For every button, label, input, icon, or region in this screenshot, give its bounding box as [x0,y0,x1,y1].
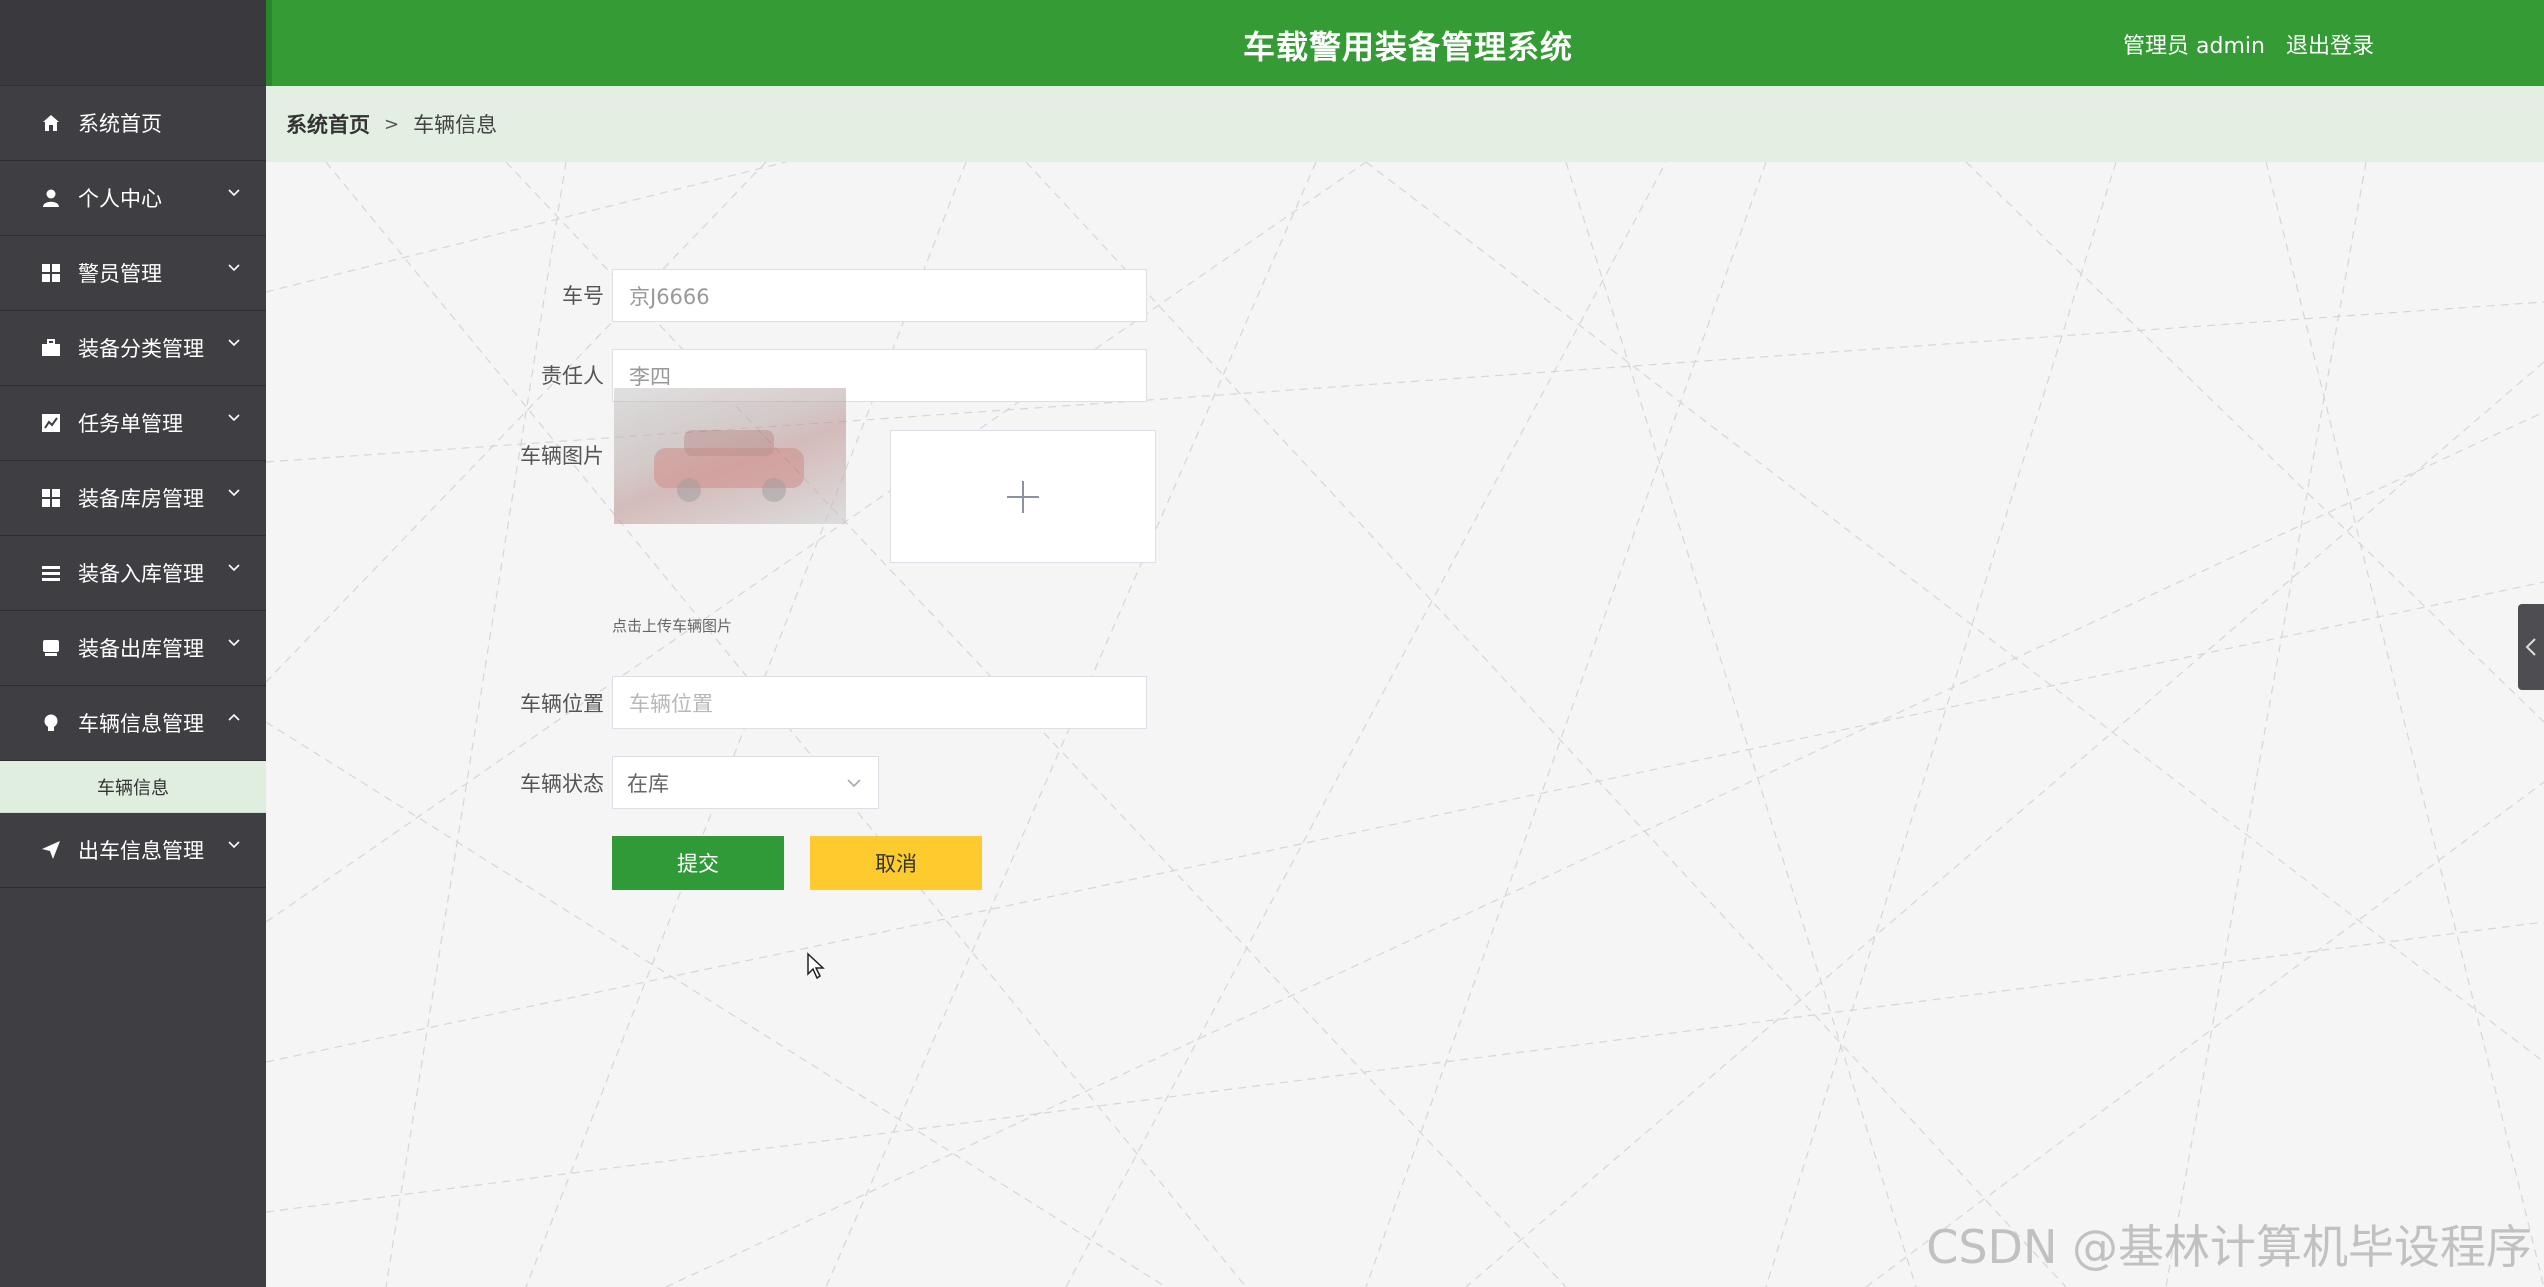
sidebar-item-dispatch-info[interactable]: 出车信息管理 [0,813,266,888]
chevron-down-icon [228,841,240,849]
breadcrumb-home[interactable]: 系统首页 [286,109,370,139]
plus-icon [1007,480,1039,513]
header-user-area: 管理员 admin 退出登录 [2109,28,2374,60]
sidebar-item-label: 装备入库管理 [78,562,204,586]
upload-image-button[interactable] [890,430,1156,563]
user-icon [40,187,62,209]
submit-button[interactable]: 提交 [612,836,784,890]
sidebar-item-label: 任务单管理 [78,412,183,436]
grid-icon [40,487,62,509]
sidebar-logo-area [0,0,266,86]
sidebar-item-equipment-warehouse[interactable]: 装备库房管理 [0,461,266,536]
user-label: 管理员 admin [2123,34,2265,59]
mouse-cursor-icon [807,952,825,980]
sidebar-item-label: 车辆信息管理 [78,712,204,736]
collapse-handle[interactable] [2518,604,2544,690]
chevron-down-icon [847,779,861,788]
briefcase-icon [40,337,62,359]
list-icon [40,562,62,584]
chevron-down-icon [228,564,240,572]
vehicle-status-select[interactable]: 在库 [612,756,879,809]
main-content: 车号 京J6666 责任人 李四 车辆图片 点击上传车辆图片 车辆位置 车辆位置… [266,162,2544,1287]
sidebar-item-vehicle-info-management[interactable]: 车辆信息管理 [0,686,266,761]
chevron-down-icon [228,339,240,347]
sidebar-item-equipment-in[interactable]: 装备入库管理 [0,536,266,611]
sidebar-item-label: 警员管理 [78,262,162,286]
top-header: 车载警用装备管理系统 管理员 admin 退出登录 [266,0,2544,86]
breadcrumb: 系统首页 > 车辆信息 [266,86,2544,162]
responsible-label: 责任人 [541,364,604,388]
sidebar: 系统首页 个人中心 警员管理 装备分类管理 任务单管理 装备库房管理 装备入库管… [0,0,266,1287]
vehicle-image-thumbnail[interactable] [614,388,846,524]
cancel-button[interactable]: 取消 [810,836,982,890]
sidebar-item-equipment-out[interactable]: 装备出库管理 [0,611,266,686]
sidebar-item-label: 系统首页 [78,112,162,136]
sidebar-item-label: 出车信息管理 [78,839,204,863]
chevron-down-icon [228,489,240,497]
sidebar-item-label: 个人中心 [78,187,162,211]
chart-icon [40,412,62,434]
bulb-icon [40,712,62,734]
logout-link[interactable]: 退出登录 [2286,34,2374,59]
vehicle-image-label: 车辆图片 [520,444,604,468]
send-icon [40,839,62,861]
chevron-left-icon [2525,638,2536,656]
sidebar-item-home[interactable]: 系统首页 [0,86,266,161]
vehicle-status-value: 在库 [627,771,669,796]
vehicle-location-input[interactable]: 车辆位置 [612,676,1147,729]
background-pattern [266,162,2544,1287]
home-icon [40,112,62,134]
chevron-down-icon [228,639,240,647]
inbox-icon [40,637,62,659]
sidebar-item-label: 装备分类管理 [78,337,204,361]
vehicle-location-label: 车辆位置 [520,692,604,716]
watermark: CSDN @基林计算机毕设程序 [1926,1220,2532,1274]
sidebar-item-task-order[interactable]: 任务单管理 [0,386,266,461]
sidebar-item-label: 装备出库管理 [78,637,204,661]
breadcrumb-current: 车辆信息 [413,113,498,137]
chevron-up-icon [228,713,240,721]
sidebar-item-label: 装备库房管理 [78,487,204,511]
chevron-down-icon [228,414,240,422]
upload-tip: 点击上传车辆图片 [612,617,733,635]
vehicle-status-label: 车辆状态 [520,772,604,796]
sidebar-subitem-label: 车辆信息 [97,777,169,799]
grid-icon [40,262,62,284]
sidebar-subitem-vehicle-info[interactable]: 车辆信息 [0,761,266,813]
car-number-label: 车号 [562,284,604,308]
car-number-input[interactable]: 京J6666 [612,269,1147,322]
chevron-down-icon [228,264,240,272]
sidebar-item-equipment-category[interactable]: 装备分类管理 [0,311,266,386]
sidebar-item-police-management[interactable]: 警员管理 [0,236,266,311]
sidebar-item-personal-center[interactable]: 个人中心 [0,161,266,236]
breadcrumb-separator: > [384,113,400,135]
chevron-down-icon [228,189,240,197]
